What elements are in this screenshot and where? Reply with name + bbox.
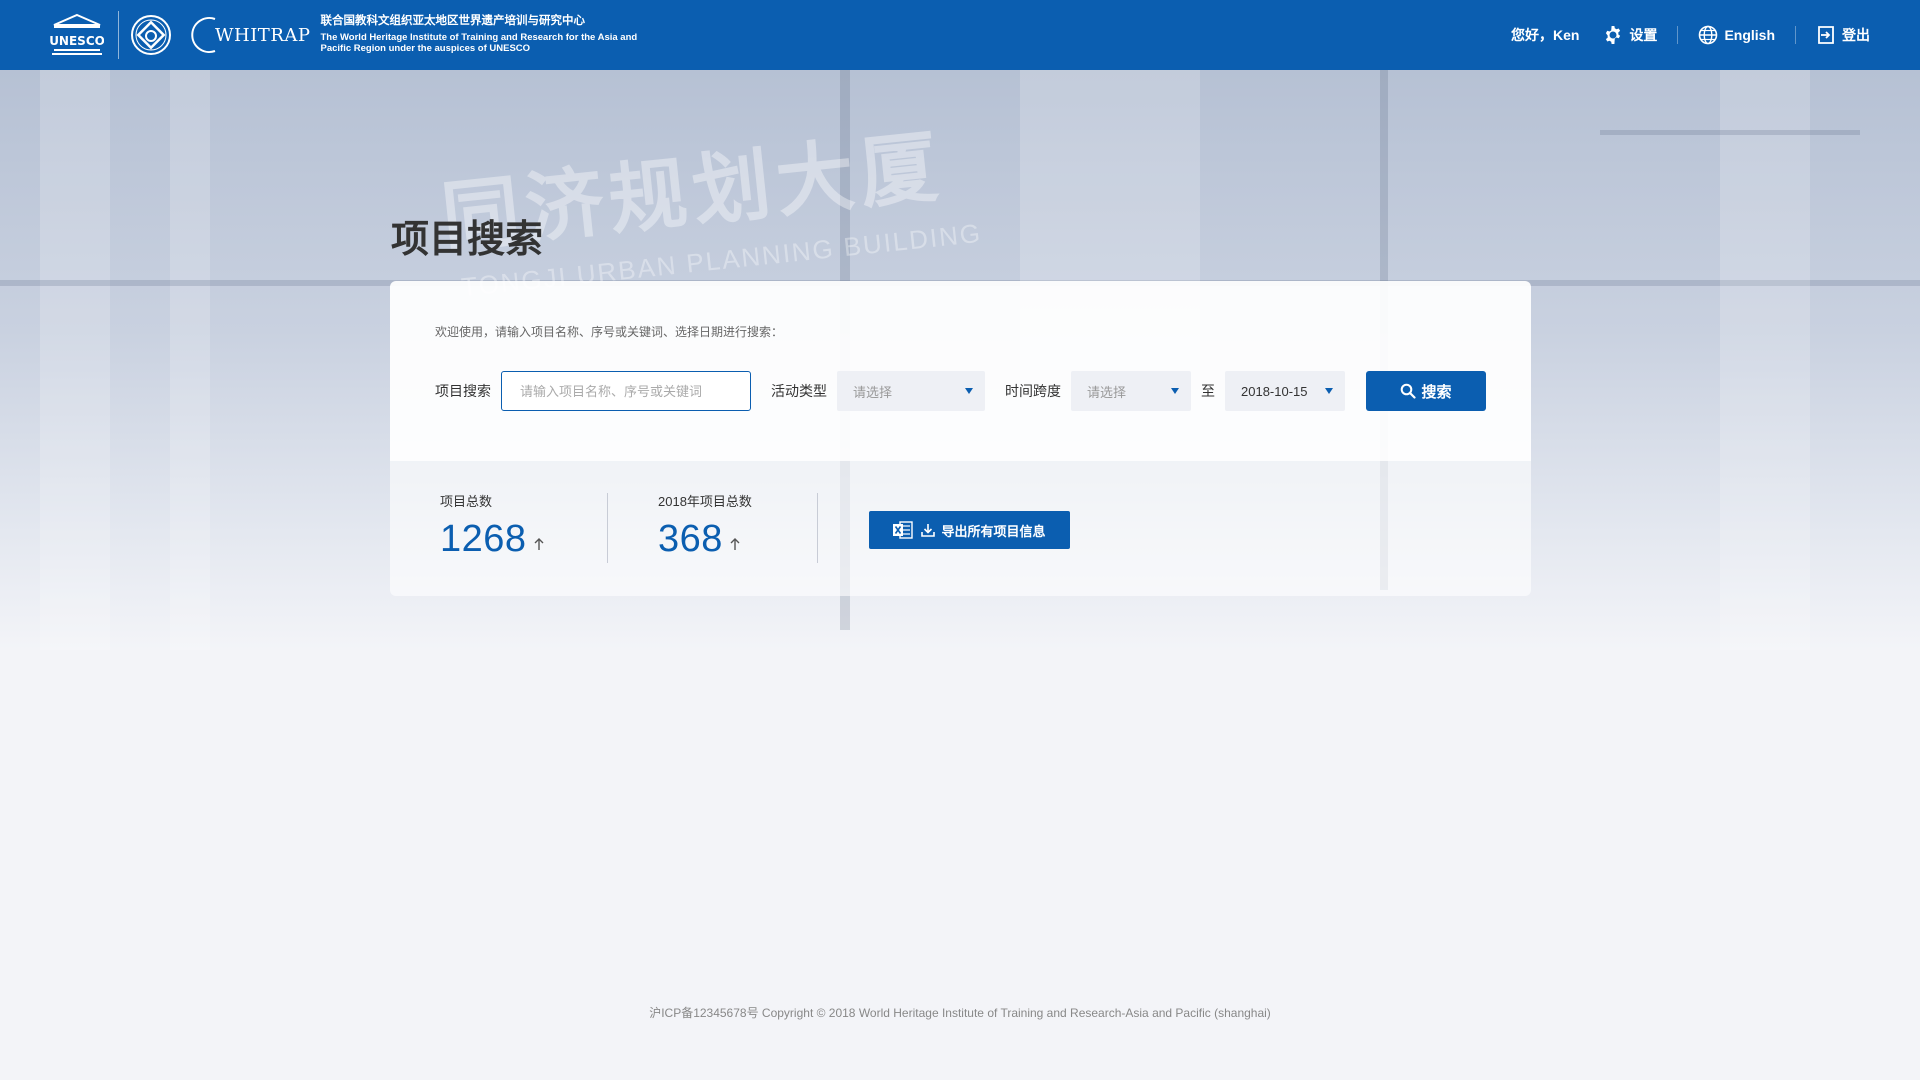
logout-label: 登出	[1842, 27, 1870, 43]
welcome-message: 欢迎使用，请输入项目名称、序号或关键词、选择日期进行搜索：	[435, 325, 784, 339]
logout-button[interactable]: 登出	[1816, 25, 1870, 45]
search-button-label: 搜索	[1421, 383, 1452, 401]
time-range-label: 时间跨度	[1005, 383, 1061, 399]
stat-divider	[817, 493, 818, 563]
stat-divider	[607, 493, 608, 563]
organization-name-en-line1: The World Heritage Institute of Training…	[320, 31, 638, 43]
svg-text:UNESCO: UNESCO	[50, 34, 104, 48]
chevron-down-icon	[1171, 388, 1179, 394]
language-label: English	[1724, 27, 1775, 43]
yearly-projects-value: 368	[658, 518, 723, 560]
activity-type-label: 活动类型	[771, 383, 827, 399]
time-range-end-value: 2018-10-15	[1241, 383, 1308, 399]
building-beam	[1600, 130, 1860, 135]
activity-type-select[interactable]: 请选择	[837, 371, 985, 411]
building-column	[40, 70, 110, 650]
user-greeting: 您好，Ken	[1510, 27, 1580, 43]
whitrap-logo-icon[interactable]: WHITRAP	[189, 13, 310, 57]
time-range-start-select[interactable]: 请选择	[1071, 371, 1191, 411]
logout-icon	[1818, 26, 1834, 44]
chevron-down-icon	[965, 388, 973, 394]
yearly-projects-value-row: 368	[658, 518, 752, 561]
organization-name: 联合国教科文组织亚太地区世界遗产培训与研究中心 The World Herita…	[320, 15, 637, 56]
time-range-separator: 至	[1201, 383, 1215, 399]
gear-icon	[1606, 26, 1621, 44]
activity-type-value: 请选择	[853, 384, 893, 400]
user-menu: 您好，Ken 设置 English 登出	[1511, 0, 1920, 70]
arrow-up-icon	[730, 538, 740, 550]
total-projects-stat: 项目总数 1268	[440, 491, 545, 561]
unesco-logo-icon[interactable]: UNESCO	[48, 10, 106, 60]
project-search-label: 项目搜索	[435, 383, 491, 399]
top-navigation-bar: UNESCO WHITRAP 联合国教科文组织亚太地区世界遗产培训与研究中心 T…	[0, 0, 1920, 70]
search-icon	[1401, 383, 1417, 399]
settings-label: 设置	[1629, 27, 1658, 43]
yearly-projects-label: 2018年项目总数	[658, 494, 752, 509]
search-panel: 欢迎使用，请输入项目名称、序号或关键词、选择日期进行搜索： 项目搜索 活动类型 …	[390, 281, 1531, 461]
logo-divider	[118, 11, 119, 59]
whitrap-logo-text: WHITRAP	[215, 24, 311, 46]
time-range-end-select[interactable]: 2018-10-15	[1225, 371, 1345, 411]
settings-button[interactable]: 设置	[1603, 25, 1657, 45]
organization-name-cn: 联合国教科文组织亚太地区世界遗产培训与研究中心	[320, 14, 585, 27]
total-projects-value-row: 1268	[440, 518, 545, 561]
excel-icon	[893, 521, 914, 539]
search-button[interactable]: 搜索	[1366, 371, 1486, 411]
project-search-input[interactable]	[501, 371, 751, 411]
export-all-projects-button[interactable]: 导出所有项目信息	[869, 511, 1070, 549]
total-projects-label: 项目总数	[440, 494, 493, 509]
download-icon	[921, 524, 936, 537]
language-switch-button[interactable]: English	[1698, 25, 1775, 45]
world-heritage-emblem-icon[interactable]	[129, 13, 173, 57]
building-column	[1720, 70, 1810, 650]
time-range-start-value: 请选择	[1087, 384, 1127, 400]
chevron-down-icon	[1325, 388, 1333, 394]
yearly-projects-stat: 2018年项目总数 368	[658, 491, 752, 561]
total-projects-value: 1268	[440, 518, 527, 560]
page-title: 项目搜索	[391, 219, 544, 261]
building-column	[170, 70, 210, 650]
globe-icon	[1699, 25, 1718, 45]
logo-group: UNESCO WHITRAP 联合国教科文组织亚太地区世界遗产培训与研究中心 T…	[0, 0, 637, 70]
export-button-label: 导出所有项目信息	[941, 523, 1046, 539]
footer-copyright: 沪ICP备12345678号 Copyright © 2018 World He…	[649, 1006, 1271, 1020]
nav-divider	[1795, 26, 1796, 44]
organization-name-en-line2: Pacific Region under the auspices of UNE…	[320, 43, 531, 55]
nav-divider	[1677, 26, 1679, 44]
statistics-panel: 项目总数 1268 2018年项目总数 368 导出所有项目信息	[390, 461, 1531, 596]
search-form: 项目搜索 活动类型 请选择 时间跨度 请选择 至 2018-10-15 搜索	[435, 371, 1486, 411]
arrow-up-icon	[534, 538, 544, 550]
